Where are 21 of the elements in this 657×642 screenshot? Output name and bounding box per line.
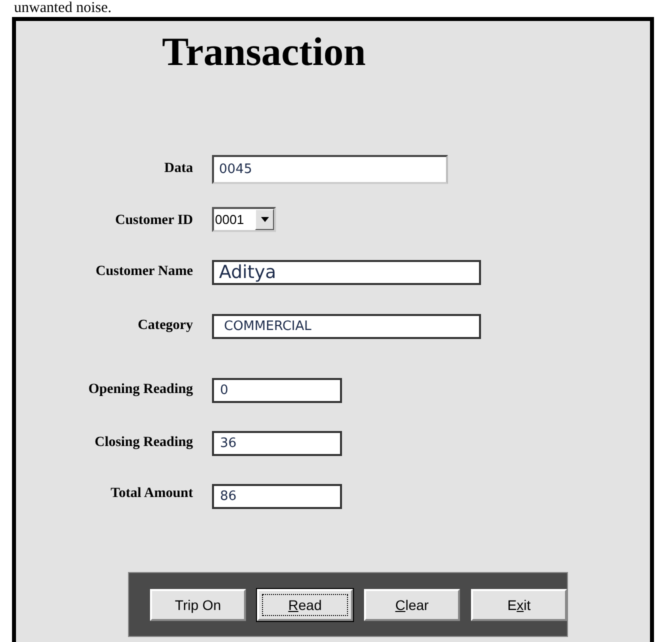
field-label: Category <box>136 317 193 334</box>
text-field[interactable]: 0 <box>212 378 342 403</box>
form-button[interactable]: Trip On <box>150 588 246 620</box>
text-field[interactable]: 36 <box>212 431 342 456</box>
field-label: Customer Name <box>94 263 193 280</box>
text-field[interactable]: 86 <box>212 484 342 509</box>
text-field[interactable]: COMMERCIAL <box>212 314 481 339</box>
field-label: Opening Reading <box>87 381 193 398</box>
text-field[interactable]: 0045 <box>212 155 448 184</box>
caret-icon <box>260 217 268 222</box>
field-label: Closing Reading <box>94 434 193 451</box>
caption-text: unwanted noise. <box>14 0 112 17</box>
field-label: Customer ID <box>114 212 193 229</box>
text-field[interactable]: Aditya <box>212 260 481 285</box>
dropdown[interactable]: 0001 <box>212 207 276 232</box>
form-title: Transaction <box>162 29 366 75</box>
field-label: Data <box>163 160 193 177</box>
field-label: Total Amount <box>110 485 193 502</box>
form-button[interactable]: Read <box>257 588 353 620</box>
form-button[interactable]: Exit <box>471 588 567 620</box>
form-button[interactable]: Clear <box>364 588 460 620</box>
